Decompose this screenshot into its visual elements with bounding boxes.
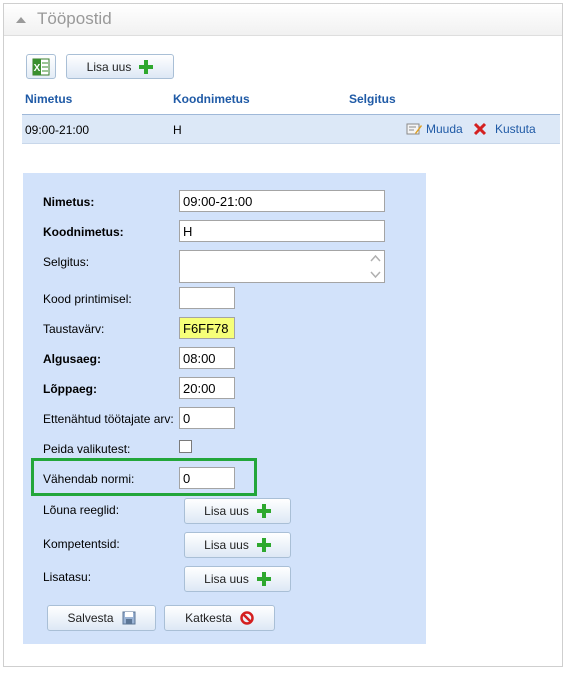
add-new-button[interactable]: Lisa uus — [66, 54, 174, 79]
start-time-field[interactable] — [179, 347, 235, 369]
end-time-label: Lõppaeg: — [43, 382, 97, 396]
scroll-up-icon[interactable] — [370, 254, 381, 262]
scroll-down-icon[interactable] — [370, 271, 381, 279]
row-code-cell: H — [173, 123, 182, 137]
plus-icon — [139, 59, 154, 74]
print-code-field[interactable] — [179, 287, 235, 309]
add-lunch-rule-label: Lisa uus — [204, 504, 249, 518]
end-time-field[interactable] — [179, 377, 235, 399]
add-new-label: Lisa uus — [86, 59, 132, 74]
competences-label: Kompetentsid: — [43, 537, 120, 551]
row-name-cell: 09:00-21:00 — [25, 123, 90, 137]
column-header-code[interactable]: Koodnimetus — [173, 92, 250, 106]
column-header-name[interactable]: Nimetus — [25, 92, 72, 106]
plus-icon — [256, 572, 271, 586]
edit-form: Nimetus: Koodnimetus: Selgitus: Kood pri… — [23, 173, 426, 644]
hide-from-selection-label: Peida valikutest: — [43, 442, 131, 456]
planned-workers-label: Ettenähtud töötajate arv: — [43, 412, 174, 426]
add-lunch-rule-button[interactable]: Lisa uus — [184, 498, 291, 524]
column-header-description[interactable]: Selgitus — [349, 92, 396, 106]
cancel-icon — [240, 611, 254, 625]
cancel-button[interactable]: Katkesta — [164, 605, 275, 631]
name-label: Nimetus: — [43, 195, 95, 209]
grid-header: Nimetus Koodnimetus Selgitus — [22, 92, 560, 114]
edit-row-link[interactable]: Muuda — [406, 122, 463, 136]
add-competence-button[interactable]: Lisa uus — [184, 532, 291, 558]
code-label: Koodnimetus: — [43, 225, 124, 239]
svg-text:X: X — [34, 63, 41, 74]
hide-from-selection-checkbox[interactable] — [179, 440, 192, 453]
panel-title: Tööpostid — [37, 9, 112, 28]
start-time-label: Algusaeg: — [43, 352, 102, 366]
add-surcharge-label: Lisa uus — [204, 572, 249, 586]
surcharge-label: Lisatasu: — [43, 570, 92, 584]
highlight-box — [31, 458, 257, 496]
delete-row-link[interactable]: Kustuta — [473, 122, 536, 136]
name-field[interactable] — [179, 190, 385, 212]
description-label: Selgitus: — [43, 255, 90, 269]
save-label: Salvesta — [67, 611, 114, 625]
plus-icon — [256, 538, 271, 552]
cancel-label: Katkesta — [185, 611, 232, 625]
print-code-label: Kood printimisel: — [43, 292, 132, 306]
code-field[interactable] — [179, 220, 385, 242]
bg-color-field[interactable] — [179, 317, 235, 339]
lunch-rules-label: Lõuna reeglid: — [43, 503, 120, 517]
table-row[interactable]: 09:00-21:00 H Muuda Kustuta — [22, 114, 560, 144]
edit-icon — [406, 123, 422, 135]
planned-workers-field[interactable] — [179, 407, 235, 429]
description-field[interactable] — [179, 250, 385, 283]
collapse-arrow-icon[interactable] — [14, 13, 28, 27]
save-button[interactable]: Salvesta — [47, 605, 156, 631]
delete-row-label: Kustuta — [495, 122, 536, 136]
plus-icon — [256, 504, 271, 518]
edit-row-label: Muuda — [426, 122, 463, 136]
excel-icon: X — [32, 58, 50, 75]
save-icon — [122, 611, 136, 625]
export-excel-button[interactable]: X — [26, 54, 56, 79]
bg-color-label: Taustavärv: — [43, 322, 105, 336]
panel-header[interactable]: Tööpostid — [4, 4, 562, 36]
delete-icon — [473, 122, 487, 136]
add-competence-label: Lisa uus — [204, 538, 249, 552]
add-surcharge-button[interactable]: Lisa uus — [184, 566, 291, 592]
